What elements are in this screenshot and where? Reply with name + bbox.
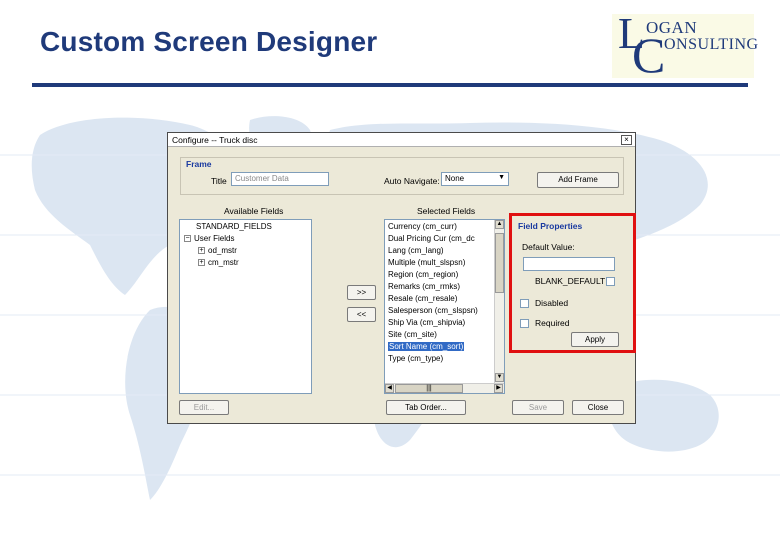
tree-item-label: STANDARD_FIELDS bbox=[196, 222, 272, 231]
dialog-titlebar: Configure -- Truck disc × bbox=[168, 133, 635, 147]
vertical-scrollbar[interactable]: ▲ ▼ bbox=[494, 220, 504, 383]
chevron-down-icon: ▼ bbox=[498, 174, 505, 181]
tab-order-button[interactable]: Tab Order... bbox=[386, 400, 466, 415]
selected-field-item[interactable]: Site (cm_site) bbox=[388, 330, 437, 339]
selected-field-item[interactable]: Ship Via (cm_shipvia) bbox=[388, 318, 465, 327]
selected-field-item[interactable]: Region (cm_region) bbox=[388, 270, 458, 279]
auto-navigate-label: Auto Navigate: bbox=[384, 176, 440, 186]
scroll-down-icon[interactable]: ▼ bbox=[495, 373, 504, 382]
tree-item-user-fields[interactable]: − User Fields bbox=[184, 234, 234, 243]
tree-item-od-mstr[interactable]: + od_mstr bbox=[198, 246, 237, 255]
tree-item-label: od_mstr bbox=[208, 246, 237, 255]
logo-word-onsulting: ONSULTING bbox=[664, 36, 759, 53]
selected-fields-list[interactable]: Currency (cm_curr) Dual Pricing Cur (cm_d… bbox=[384, 219, 505, 394]
collapse-icon[interactable]: − bbox=[184, 235, 191, 243]
scroll-thumb[interactable] bbox=[495, 233, 504, 293]
available-fields-label: Available Fields bbox=[224, 206, 284, 216]
selected-field-item[interactable]: Lang (cm_lang) bbox=[388, 246, 444, 255]
title-rule bbox=[32, 83, 748, 87]
horizontal-scrollbar[interactable]: ◀ ||| ▶ bbox=[385, 383, 504, 393]
available-fields-list[interactable]: STANDARD_FIELDS − User Fields + od_mstr + c… bbox=[179, 219, 312, 394]
tree-item-label: cm_mstr bbox=[208, 258, 239, 267]
scroll-up-icon[interactable]: ▲ bbox=[495, 220, 504, 229]
move-right-button[interactable]: >> bbox=[347, 285, 376, 300]
add-frame-button[interactable]: Add Frame bbox=[537, 172, 619, 188]
dialog-title: Configure -- Truck disc bbox=[172, 135, 258, 145]
company-logo: L C OGAN ONSULTING bbox=[612, 12, 758, 80]
selected-field-item[interactable]: Remarks (cm_rmks) bbox=[388, 282, 460, 291]
selected-field-item[interactable]: Sort Name (cm_sort) bbox=[388, 342, 465, 351]
selected-field-item[interactable]: Currency (cm_curr) bbox=[388, 222, 457, 231]
scroll-left-icon[interactable]: ◀ bbox=[385, 384, 394, 393]
tree-item-label: User Fields bbox=[194, 234, 235, 243]
move-left-button[interactable]: << bbox=[347, 307, 376, 322]
selected-fields-label: Selected Fields bbox=[417, 206, 476, 216]
selected-field-item[interactable]: Dual Pricing Cur (cm_dc bbox=[388, 234, 475, 243]
title-label: Title bbox=[211, 176, 227, 186]
selected-field-item[interactable]: Type (cm_type) bbox=[388, 354, 443, 363]
tree-item-cm-mstr[interactable]: + cm_mstr bbox=[198, 258, 239, 267]
logo-word-ogan: OGAN bbox=[646, 18, 698, 37]
edit-button[interactable]: Edit... bbox=[179, 400, 229, 415]
selected-field-item[interactable]: Multiple (mult_slspsn) bbox=[388, 258, 465, 267]
tree-item-standard-fields[interactable]: STANDARD_FIELDS bbox=[196, 222, 272, 231]
selected-field-item[interactable]: Resale (cm_resale) bbox=[388, 294, 457, 303]
frame-group-label: Frame bbox=[184, 159, 214, 169]
auto-navigate-value: None bbox=[445, 174, 465, 183]
selected-field-item[interactable]: Salesperson (cm_slspsn) bbox=[388, 306, 478, 315]
scroll-thumb[interactable]: ||| bbox=[395, 384, 463, 393]
expand-icon[interactable]: + bbox=[198, 259, 205, 267]
slide-title: Custom Screen Designer bbox=[40, 26, 378, 57]
auto-navigate-select[interactable]: None ▼ bbox=[441, 172, 509, 186]
title-input[interactable]: Customer Data bbox=[231, 172, 329, 186]
save-button[interactable]: Save bbox=[512, 400, 564, 415]
scroll-right-icon[interactable]: ▶ bbox=[494, 384, 503, 393]
expand-icon[interactable]: + bbox=[198, 247, 205, 255]
field-properties-highlight bbox=[509, 213, 636, 353]
close-icon[interactable]: × bbox=[621, 135, 632, 145]
close-button[interactable]: Close bbox=[572, 400, 624, 415]
